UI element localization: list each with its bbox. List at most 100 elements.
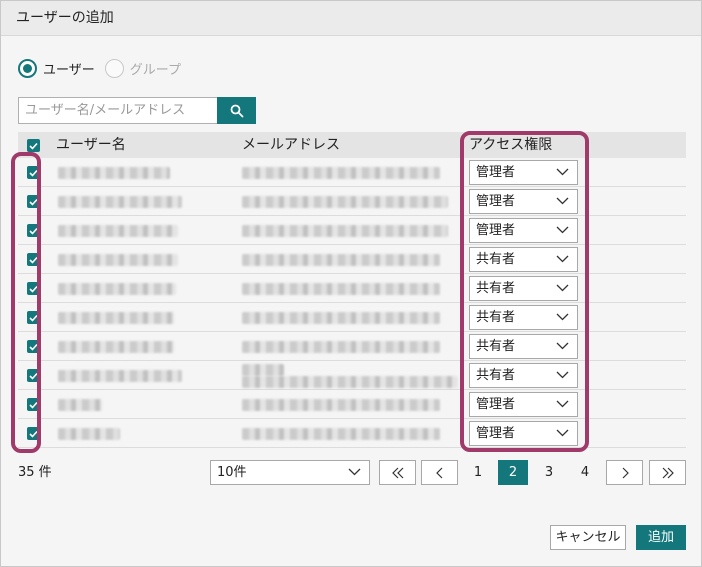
table-header: ユーザー名 メールアドレス アクセス権限 — [18, 132, 686, 158]
redacted-email — [242, 364, 284, 376]
access-select[interactable]: 管理者 — [469, 189, 578, 214]
access-value: 共有者 — [476, 281, 516, 296]
table-row: 管理者 — [18, 216, 686, 245]
page-size-value: 10件 — [217, 465, 247, 480]
access-value: 管理者 — [476, 165, 516, 180]
header-email: メールアドレス — [242, 137, 340, 153]
redacted-username — [58, 225, 178, 237]
access-select[interactable]: 共有者 — [469, 276, 578, 301]
check-icon — [29, 314, 38, 322]
chevron-down-icon — [556, 168, 569, 176]
page-size-select[interactable]: 10件 — [210, 460, 370, 485]
redacted-username — [58, 196, 182, 208]
redacted-email — [242, 312, 440, 324]
row-checkbox[interactable] — [27, 369, 40, 382]
add-button[interactable]: 追加 — [636, 525, 686, 550]
first-page-button[interactable] — [379, 460, 416, 485]
check-icon — [29, 142, 38, 150]
access-value: 管理者 — [476, 223, 516, 238]
redacted-username — [58, 167, 170, 179]
double-chevron-left-icon — [391, 467, 403, 478]
access-value: 管理者 — [476, 397, 516, 412]
row-checkbox[interactable] — [27, 427, 40, 440]
row-checkbox[interactable] — [27, 282, 40, 295]
prev-page-button[interactable] — [421, 460, 458, 485]
chevron-left-icon — [435, 467, 442, 478]
check-icon — [29, 169, 38, 177]
row-checkbox[interactable] — [27, 195, 40, 208]
search-input[interactable] — [18, 97, 218, 124]
chevron-right-icon — [622, 467, 629, 478]
chevron-down-icon — [556, 429, 569, 437]
page-4[interactable]: 4 — [570, 460, 600, 485]
select-all-checkbox[interactable] — [27, 139, 40, 152]
page-2-current[interactable]: 2 — [498, 460, 528, 485]
cancel-button[interactable]: キャンセル — [550, 525, 626, 550]
check-icon — [29, 227, 38, 235]
access-select[interactable]: 共有者 — [469, 334, 578, 359]
redacted-username — [58, 428, 120, 440]
check-icon — [29, 372, 38, 380]
radio-group[interactable] — [104, 58, 124, 78]
radio-user-label[interactable]: ユーザー — [43, 59, 95, 78]
page-1[interactable]: 1 — [463, 460, 493, 485]
row-checkbox[interactable] — [27, 224, 40, 237]
scope-selector: ユーザー グループ — [18, 58, 191, 78]
double-chevron-right-icon — [662, 467, 674, 478]
check-icon — [29, 198, 38, 206]
redacted-username — [58, 283, 176, 295]
row-checkbox[interactable] — [27, 340, 40, 353]
access-select[interactable]: 管理者 — [469, 218, 578, 243]
user-table: ユーザー名 メールアドレス アクセス権限 管理者 管理者 管理者 共有者 共有者… — [18, 132, 686, 448]
chevron-down-icon — [556, 342, 569, 350]
chevron-down-icon — [556, 284, 569, 292]
last-page-button[interactable] — [649, 460, 686, 485]
redacted-email — [242, 341, 440, 353]
header-access: アクセス権限 — [469, 137, 553, 153]
access-select[interactable]: 管理者 — [469, 160, 578, 185]
access-select[interactable]: 共有者 — [469, 305, 578, 330]
redacted-username — [58, 399, 102, 411]
chevron-down-icon — [348, 468, 361, 476]
redacted-email — [242, 399, 440, 411]
row-checkbox[interactable] — [27, 166, 40, 179]
chevron-down-icon — [556, 255, 569, 263]
table-row: 管理者 — [18, 390, 686, 419]
access-value: 共有者 — [476, 310, 516, 325]
check-icon — [29, 430, 38, 438]
row-checkbox[interactable] — [27, 311, 40, 324]
table-row: 共有者 — [18, 332, 686, 361]
redacted-username — [58, 312, 174, 324]
access-select[interactable]: 共有者 — [469, 247, 578, 272]
chevron-down-icon — [556, 197, 569, 205]
next-page-button[interactable] — [606, 460, 643, 485]
chevron-down-icon — [556, 226, 569, 234]
access-value: 共有者 — [476, 252, 516, 267]
chevron-down-icon — [556, 400, 569, 408]
search-button[interactable] — [217, 97, 256, 124]
result-count: 35 件 — [18, 465, 52, 480]
access-value: 共有者 — [476, 339, 516, 354]
redacted-username — [58, 254, 178, 266]
row-checkbox[interactable] — [27, 398, 40, 411]
radio-user[interactable] — [18, 58, 37, 78]
redacted-email — [242, 254, 440, 266]
access-value: 共有者 — [476, 368, 516, 383]
redacted-email — [242, 283, 440, 295]
redacted-email — [242, 167, 440, 179]
table-row: 管理者 — [18, 158, 686, 187]
table-row: 共有者 — [18, 361, 686, 390]
table-row: 共有者 — [18, 245, 686, 274]
page-3[interactable]: 3 — [534, 460, 564, 485]
redacted-email — [242, 376, 458, 388]
access-select[interactable]: 管理者 — [469, 421, 578, 446]
redacted-username — [58, 341, 174, 353]
check-icon — [29, 343, 38, 351]
access-select[interactable]: 管理者 — [469, 392, 578, 417]
check-icon — [29, 285, 38, 293]
access-select[interactable]: 共有者 — [469, 363, 578, 388]
add-user-dialog: ユーザーの追加 ユーザー グループ ユーザー名 メールアドレス アクセス権限 管… — [0, 0, 702, 567]
chevron-down-icon — [556, 313, 569, 321]
radio-group-label[interactable]: グループ — [130, 59, 181, 78]
row-checkbox[interactable] — [27, 253, 40, 266]
